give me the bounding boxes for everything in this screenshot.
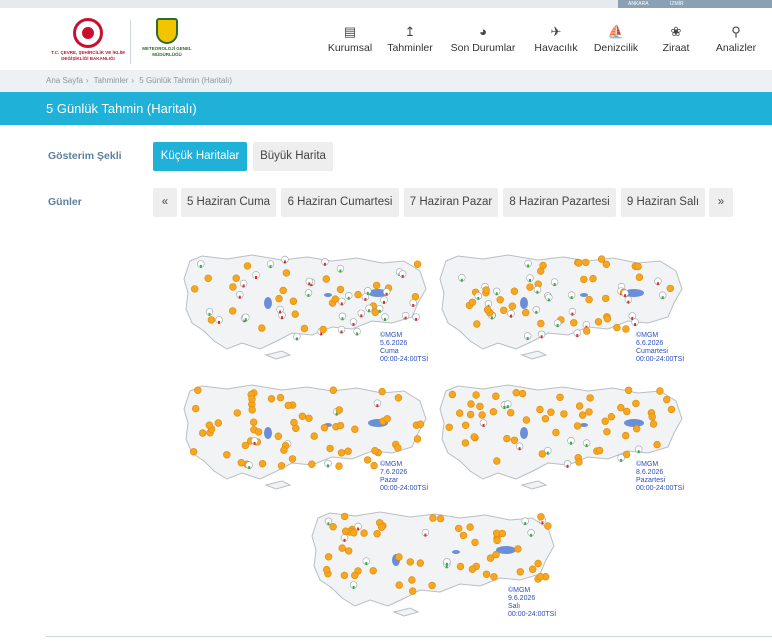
days-label: Günler (48, 196, 82, 208)
page-title: 5 Günlük Tahmin (Haritalı) (46, 101, 197, 116)
day-tab-1[interactable]: 5 Haziran Cuma (181, 188, 276, 217)
nav-analizler[interactable]: ⚲ Analizler (706, 16, 766, 70)
main-nav: ▤ Kurumsal ↥ Tahminler ◕ Son Durumlar ✈ Hava… (320, 16, 766, 70)
city-izmir[interactable]: İZMİR (670, 0, 684, 8)
sailboat-icon: ⛵ (607, 24, 625, 39)
map-caption: ©MGM 8.6.2026 Pazartesi 00:00-24:00TSİ (636, 461, 685, 492)
forecast-map-2[interactable]: ©MGM 6.6.2026 Cumartesi 00:00-24:00TSİ (434, 243, 696, 368)
next-day-button[interactable]: » (709, 188, 733, 217)
city-ankara[interactable]: ANKARA (628, 0, 649, 8)
display-mode-label: Gösterim Şekli (48, 150, 122, 162)
large-map-button[interactable]: Büyük Harita (253, 142, 333, 171)
airplane-icon: ✈ (550, 24, 562, 39)
ministry-seal-icon (73, 18, 103, 48)
mgm-logo[interactable]: METEOROLOJİ GENEL MÜDÜRLÜĞÜ (142, 18, 192, 66)
top-strip: ANKARA İZMİR (0, 0, 772, 8)
forecast-map-1[interactable]: ©MGM 5.6.2026 Cuma 00:00-24:00TSİ (178, 243, 440, 368)
site-header: T.C. ÇEVRE, ŞEHİRCİLİK VE İKLİM DEĞİŞİKL… (0, 8, 772, 70)
chart-line-icon: ↥ (404, 24, 416, 39)
breadcrumb-home[interactable]: Ana Sayfa (46, 76, 83, 85)
nav-havacilik[interactable]: ✈ Havacılık (526, 16, 586, 70)
leaf-icon: ❀ (670, 24, 682, 39)
nav-son-durumlar[interactable]: ◕ Son Durumlar (440, 16, 526, 70)
day-tab-2[interactable]: 6 Haziran Cumartesi (281, 188, 399, 217)
prev-day-button[interactable]: « (153, 188, 177, 217)
day-tab-3[interactable]: 7 Haziran Pazar (404, 188, 498, 217)
map-caption: ©MGM 7.6.2026 Pazar 00:00-24:00TSİ (380, 461, 429, 492)
nav-tahminler[interactable]: ↥ Tahminler (380, 16, 440, 70)
small-maps-button[interactable]: Küçük Haritalar (153, 142, 247, 171)
breadcrumb-current: 5 Günlük Tahmin (Haritalı) (139, 76, 233, 85)
day-tab-4[interactable]: 8 Haziran Pazartesi (503, 188, 616, 217)
ministry-logo[interactable]: T.C. ÇEVRE, ŞEHİRCİLİK VE İKLİM DEĞİŞİKL… (50, 18, 126, 66)
map-caption: ©MGM 5.6.2026 Cuma 00:00-24:00TSİ (380, 332, 429, 363)
breadcrumb: Ana Sayfa › Tahminler › 5 Günlük Tahmin (H… (0, 70, 772, 92)
nav-ziraat[interactable]: ❀ Ziraat (646, 16, 706, 70)
footer-divider (46, 636, 772, 637)
map-caption: ©MGM 9.6.2026 Salı 00:00-24:00TSİ (508, 587, 557, 618)
forecast-map-5[interactable]: ©MGM 9.6.2026 Salı 00:00-24:00TSİ (306, 500, 568, 625)
nav-denizcilik[interactable]: ⛵ Denizcilik (586, 16, 646, 70)
document-icon: ▤ (343, 24, 357, 39)
gauge-icon: ◕ (479, 24, 487, 39)
page-title-bar: 5 Günlük Tahmin (Haritalı) (0, 92, 772, 125)
nav-kurumsal[interactable]: ▤ Kurumsal (320, 16, 380, 70)
magnifier-icon: ⚲ (731, 24, 741, 39)
logo-divider (130, 20, 131, 64)
mgm-shield-icon (156, 18, 178, 44)
forecast-map-3[interactable]: ©MGM 7.6.2026 Pazar 00:00-24:00TSİ (178, 373, 440, 498)
map-caption: ©MGM 6.6.2026 Cumartesi 00:00-24:00TSİ (636, 332, 685, 363)
forecast-map-4[interactable]: ©MGM 8.6.2026 Pazartesi 00:00-24:00TSİ (434, 373, 696, 498)
breadcrumb-tahminler[interactable]: Tahminler (94, 76, 129, 85)
day-tab-5[interactable]: 9 Haziran Salı (621, 188, 705, 217)
